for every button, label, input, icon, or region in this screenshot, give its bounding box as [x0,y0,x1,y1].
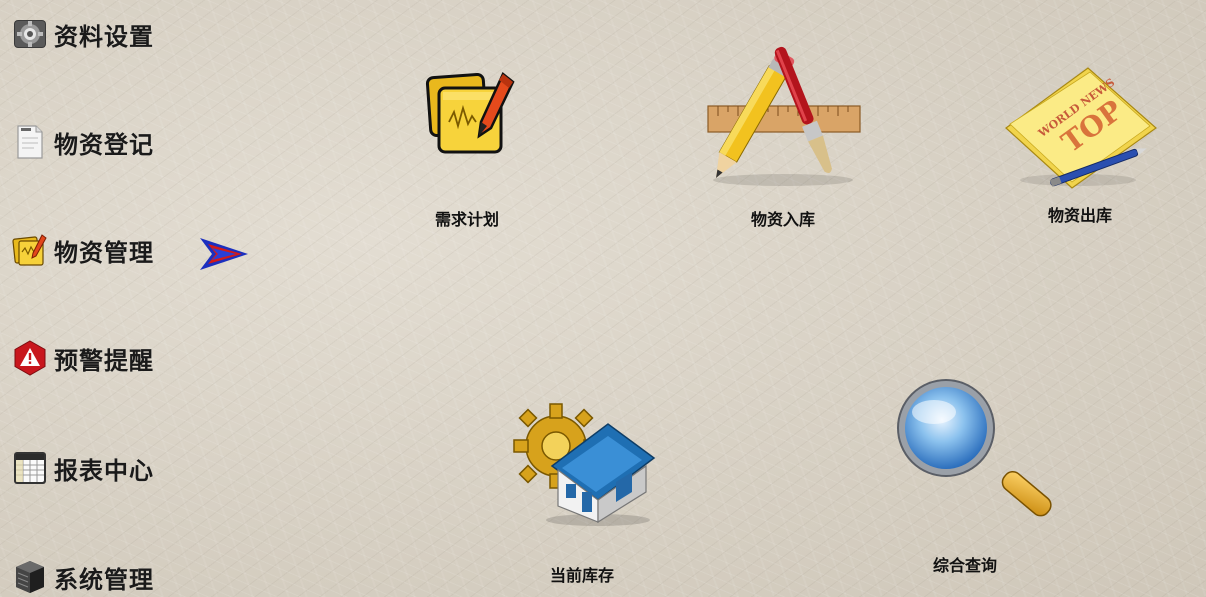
sidebar-item-label: 物资登记 [54,129,154,159]
tile-current-inventory[interactable]: 当前库存 [508,396,656,586]
sidebar-item-data-settings[interactable]: 资料设置 [12,14,154,54]
sidebar-item-label: 系统管理 [54,564,154,594]
spreadsheet-icon [12,450,48,486]
sidebar-item-label: 资料设置 [54,21,154,51]
newspaper-icon: WORLD NEWS TOP [1005,67,1157,189]
tile-demand-plan[interactable]: 需求计划 [412,70,522,230]
tile-label: 当前库存 [549,566,614,585]
gear-house-icon [513,403,656,526]
tile-label: 物资出库 [1047,206,1112,225]
sidebar-item-label: 物资管理 [54,237,154,267]
sidebar-item-label: 预警提醒 [54,345,154,375]
notepad-icon [12,232,48,268]
selection-arrow-icon [200,238,248,270]
warning-icon [12,340,48,376]
tile-comprehensive-query[interactable]: 综合查询 [880,378,1060,576]
tile-material-inbound[interactable]: 物资入库 [698,40,868,230]
sidebar-item-system-management[interactable]: 系统管理 [12,557,154,597]
sidebar-item-material-management[interactable]: 物资管理 [12,230,154,270]
sidebar-item-label: 报表中心 [54,455,154,485]
tile-label: 综合查询 [932,556,997,575]
server-icon [12,559,48,595]
sticky-notes-pen-icon [425,72,515,154]
magnifier-icon [897,379,1052,517]
sidebar-item-report-center[interactable]: 报表中心 [12,448,154,488]
sidebar-item-warning-alerts[interactable]: 预警提醒 [12,338,154,378]
sidebar-item-material-register[interactable]: 物资登记 [12,122,154,162]
pencil-ruler-brush-icon [707,46,861,186]
tile-label: 需求计划 [434,210,499,229]
document-icon [12,124,48,160]
tile-label: 物资入库 [750,210,815,229]
tile-material-outbound[interactable]: WORLD NEWS TOP 物资出库 [1000,64,1160,226]
gear-settings-icon [12,16,48,52]
